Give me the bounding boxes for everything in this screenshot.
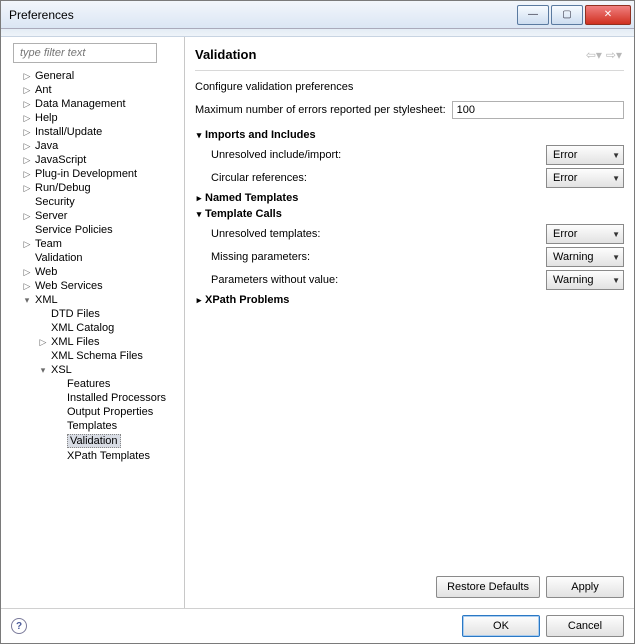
cancel-button[interactable]: Cancel bbox=[546, 615, 624, 637]
tree-item-templates[interactable]: Templates bbox=[9, 419, 182, 433]
expand-icon[interactable]: ▸ bbox=[195, 193, 205, 204]
max-errors-label: Maximum number of errors reported per st… bbox=[195, 104, 446, 116]
page-title: Validation bbox=[195, 47, 584, 62]
restore-defaults-button[interactable]: Restore Defaults bbox=[436, 576, 540, 598]
expand-icon[interactable]: ▷ bbox=[37, 337, 49, 348]
combo-circular[interactable]: Error▼ bbox=[546, 168, 624, 188]
tree-item-installed-processors[interactable]: Installed Processors bbox=[9, 391, 182, 405]
expand-icon[interactable]: ▸ bbox=[195, 295, 205, 306]
expand-icon[interactable]: ▷ bbox=[21, 211, 33, 222]
toolbar-blur bbox=[1, 29, 634, 37]
close-button[interactable]: ✕ bbox=[585, 5, 631, 25]
combo-missing-params[interactable]: Warning▼ bbox=[546, 247, 624, 267]
tree-item-general[interactable]: ▷General bbox=[9, 69, 182, 83]
tree-item-security[interactable]: Security bbox=[9, 195, 182, 209]
preferences-page: Validation ⇦▾ ⇨▾ Configure validation pr… bbox=[185, 37, 634, 608]
help-icon[interactable]: ? bbox=[11, 618, 27, 634]
opt-circular: Circular references: Error▼ bbox=[211, 168, 624, 188]
tree-item-output-properties[interactable]: Output Properties bbox=[9, 405, 182, 419]
page-button-row: Restore Defaults Apply bbox=[195, 572, 624, 602]
body: ▷General ▷Ant ▷Data Management ▷Help ▷In… bbox=[1, 37, 634, 608]
max-errors-row: Maximum number of errors reported per st… bbox=[195, 101, 624, 119]
tree-item-server[interactable]: ▷Server bbox=[9, 209, 182, 223]
tree-item-xml-files[interactable]: ▷XML Files bbox=[9, 335, 182, 349]
maximize-button[interactable]: ▢ bbox=[551, 5, 583, 25]
page-header: Validation ⇦▾ ⇨▾ bbox=[195, 43, 624, 71]
tree-item-team[interactable]: ▷Team bbox=[9, 237, 182, 251]
section-named-templates[interactable]: ▸Named Templates bbox=[195, 192, 624, 204]
ok-button[interactable]: OK bbox=[462, 615, 540, 637]
tree-item-web-services[interactable]: ▷Web Services bbox=[9, 279, 182, 293]
expand-icon[interactable]: ▷ bbox=[21, 267, 33, 278]
tree-item-run-debug[interactable]: ▷Run/Debug bbox=[9, 181, 182, 195]
tree-item-plugin-dev[interactable]: ▷Plug-in Development bbox=[9, 167, 182, 181]
tree-item-dtd-files[interactable]: DTD Files bbox=[9, 307, 182, 321]
expand-icon[interactable]: ▷ bbox=[21, 71, 33, 82]
chevron-down-icon: ▼ bbox=[612, 276, 620, 285]
window-title: Preferences bbox=[9, 8, 515, 22]
opt-missing-params: Missing parameters: Warning▼ bbox=[211, 247, 624, 267]
preferences-tree[interactable]: ▷General ▷Ant ▷Data Management ▷Help ▷In… bbox=[5, 69, 182, 604]
expand-icon[interactable]: ▷ bbox=[21, 281, 33, 292]
window-buttons: — ▢ ✕ bbox=[515, 5, 631, 25]
max-errors-input[interactable] bbox=[452, 101, 624, 119]
page-description: Configure validation preferences bbox=[195, 81, 624, 93]
expand-icon[interactable]: ▷ bbox=[21, 155, 33, 166]
filter-text[interactable] bbox=[13, 43, 157, 63]
titlebar: Preferences — ▢ ✕ bbox=[1, 1, 634, 29]
nav-forward-icon[interactable]: ⇨▾ bbox=[604, 48, 624, 62]
tree-item-java[interactable]: ▷Java bbox=[9, 139, 182, 153]
opt-unresolved-templates: Unresolved templates: Error▼ bbox=[211, 224, 624, 244]
collapse-icon[interactable]: ▾ bbox=[195, 130, 205, 141]
tree-item-xml[interactable]: ▾XML bbox=[9, 293, 182, 307]
tree-item-javascript[interactable]: ▷JavaScript bbox=[9, 153, 182, 167]
expand-icon[interactable]: ▷ bbox=[21, 169, 33, 180]
collapse-icon[interactable]: ▾ bbox=[195, 209, 205, 220]
expand-icon[interactable]: ▷ bbox=[21, 183, 33, 194]
chevron-down-icon: ▼ bbox=[612, 253, 620, 262]
opt-params-no-value: Parameters without value: Warning▼ bbox=[211, 270, 624, 290]
section-imports[interactable]: ▾Imports and Includes bbox=[195, 129, 624, 141]
tree-item-validation[interactable]: Validation bbox=[9, 251, 182, 265]
minimize-button[interactable]: — bbox=[517, 5, 549, 25]
collapse-icon[interactable]: ▾ bbox=[21, 295, 33, 306]
tree-item-web[interactable]: ▷Web bbox=[9, 265, 182, 279]
combo-unresolved-include[interactable]: Error▼ bbox=[546, 145, 624, 165]
combo-params-no-value[interactable]: Warning▼ bbox=[546, 270, 624, 290]
expand-icon[interactable]: ▷ bbox=[21, 239, 33, 250]
expand-icon[interactable]: ▷ bbox=[21, 85, 33, 96]
chevron-down-icon: ▼ bbox=[612, 230, 620, 239]
nav-back-icon[interactable]: ⇦▾ bbox=[584, 48, 604, 62]
tree-item-data-management[interactable]: ▷Data Management bbox=[9, 97, 182, 111]
tree-item-ant[interactable]: ▷Ant bbox=[9, 83, 182, 97]
chevron-down-icon: ▼ bbox=[612, 174, 620, 183]
tree-item-help[interactable]: ▷Help bbox=[9, 111, 182, 125]
combo-unresolved-templates[interactable]: Error▼ bbox=[546, 224, 624, 244]
chevron-down-icon: ▼ bbox=[612, 151, 620, 160]
filter-input[interactable] bbox=[18, 46, 152, 60]
preferences-window: Preferences — ▢ ✕ ▷General ▷Ant ▷Data Ma… bbox=[0, 0, 635, 644]
expand-icon[interactable]: ▷ bbox=[21, 113, 33, 124]
expand-icon[interactable]: ▷ bbox=[21, 99, 33, 110]
dialog-footer: ? OK Cancel bbox=[1, 608, 634, 643]
tree-item-xpath-templates[interactable]: XPath Templates bbox=[9, 449, 182, 463]
page-content: Configure validation preferences Maximum… bbox=[195, 79, 624, 572]
tree-item-xml-catalog[interactable]: XML Catalog bbox=[9, 321, 182, 335]
section-xpath-problems[interactable]: ▸XPath Problems bbox=[195, 294, 624, 306]
tree-item-install-update[interactable]: ▷Install/Update bbox=[9, 125, 182, 139]
section-template-calls[interactable]: ▾Template Calls bbox=[195, 208, 624, 220]
tree-item-features[interactable]: Features bbox=[9, 377, 182, 391]
preferences-tree-panel: ▷General ▷Ant ▷Data Management ▷Help ▷In… bbox=[1, 37, 185, 608]
tree-item-service-policies[interactable]: Service Policies bbox=[9, 223, 182, 237]
expand-icon[interactable]: ▷ bbox=[21, 127, 33, 138]
tree-item-xsl-validation[interactable]: Validation bbox=[9, 433, 182, 449]
tree-item-xml-schema[interactable]: XML Schema Files bbox=[9, 349, 182, 363]
opt-unresolved-include: Unresolved include/import: Error▼ bbox=[211, 145, 624, 165]
tree-item-xsl[interactable]: ▾XSL bbox=[9, 363, 182, 377]
apply-button[interactable]: Apply bbox=[546, 576, 624, 598]
expand-icon[interactable]: ▷ bbox=[21, 141, 33, 152]
collapse-icon[interactable]: ▾ bbox=[37, 365, 49, 376]
